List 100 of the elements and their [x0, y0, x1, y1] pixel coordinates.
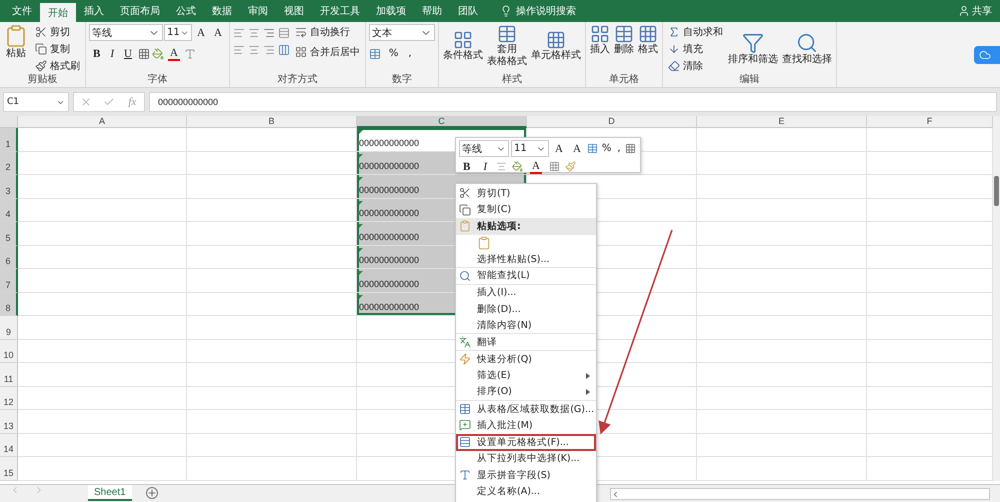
font-name-field[interactable]: 等线 — [89, 24, 163, 41]
row-header[interactable]: 5 — [0, 222, 18, 246]
wrap-text-button[interactable]: 自动换行 — [292, 24, 362, 39]
lightbulb-icon — [500, 5, 512, 17]
menu-item[interactable]: 排序(O) — [456, 384, 596, 401]
menu-item[interactable]: 从下拉列表中选择(K)... — [456, 450, 596, 468]
row-header[interactable]: 2 — [0, 152, 18, 175]
ribbon-tab[interactable]: 团队 — [450, 0, 486, 22]
menu-item[interactable]: 翻译 — [456, 334, 596, 351]
edit-button[interactable]: 填充 — [666, 41, 725, 56]
share-button[interactable]: 共享 — [958, 0, 992, 22]
ribbon-button[interactable]: 删除 — [612, 24, 635, 56]
edit-button[interactable]: 自动求和 — [666, 24, 725, 39]
font-color-button[interactable]: A — [528, 159, 544, 174]
column-header[interactable]: A — [18, 116, 187, 128]
menu-item[interactable]: 插入批注(M) — [456, 417, 596, 434]
tell-me-search[interactable]: 操作说明搜索 — [500, 0, 576, 22]
menu-item[interactable]: 选择性粘贴(S)... — [456, 251, 596, 268]
row-header[interactable]: 12 — [0, 386, 18, 410]
percent-button[interactable]: % — [386, 46, 400, 61]
column-header[interactable]: B — [187, 116, 357, 128]
menu-item[interactable]: 清除内容(N) — [456, 318, 596, 334]
ribbon-button[interactable]: 查找和选择 — [780, 32, 833, 66]
align-left-icon — [232, 44, 245, 56]
column-header[interactable]: F — [867, 116, 993, 128]
row-header[interactable]: 9 — [0, 316, 18, 340]
ribbon-tab[interactable]: 帮助 — [414, 0, 450, 22]
font-size-field[interactable]: 11 — [164, 24, 192, 41]
ribbon-tab[interactable]: 加载项 — [368, 0, 414, 22]
ribbon-tab[interactable]: 审阅 — [240, 0, 276, 22]
ribbon-button[interactable]: 插入 — [588, 24, 611, 56]
edit-button[interactable]: 清除 — [666, 58, 725, 73]
menu-item[interactable]: 定义名称(A)... — [456, 484, 596, 500]
ribbon-tab[interactable]: 开始 — [40, 3, 76, 22]
menu-item[interactable]: 快速分析(Q) — [456, 350, 596, 368]
add-sheet-icon[interactable] — [146, 487, 158, 499]
row-header[interactable]: 3 — [0, 175, 18, 198]
row-header[interactable]: 15 — [0, 457, 18, 480]
sheet-tab[interactable]: Sheet1 — [88, 485, 132, 501]
formula-field[interactable]: 000000000000 — [149, 92, 997, 112]
menu-item[interactable]: 从表格/区域获取数据(G)... — [456, 400, 596, 418]
percent-button[interactable]: % — [600, 141, 614, 156]
underline-button[interactable]: U — [120, 46, 136, 61]
clipboard-button[interactable]: 剪切 — [33, 24, 82, 39]
bold-button[interactable]: B — [89, 46, 104, 61]
row-header[interactable]: 10 — [0, 340, 18, 363]
row-header[interactable]: 6 — [0, 246, 18, 269]
column-header[interactable]: C — [357, 116, 527, 128]
menu-item[interactable]: 显示拼音字段(S) — [456, 467, 596, 484]
row-header[interactable]: 11 — [0, 363, 18, 386]
ribbon-tab[interactable]: 开发工具 — [312, 0, 368, 22]
name-box[interactable]: C1 — [3, 92, 69, 112]
menu-item[interactable]: 筛选(E) — [456, 368, 596, 384]
ribbon-tab[interactable]: 视图 — [276, 0, 312, 22]
horizontal-scrollbar[interactable] — [610, 488, 990, 500]
menu-item[interactable]: 设置单元格格式(F)... — [456, 434, 596, 450]
row-header[interactable]: 1 — [0, 128, 18, 152]
column-header[interactable]: E — [697, 116, 867, 128]
clipboard-button[interactable]: 复制 — [33, 41, 82, 56]
cloud-button[interactable] — [974, 46, 1000, 64]
clipboard-button[interactable]: 格式刷 — [33, 58, 82, 73]
group-label: 数字 — [390, 73, 413, 87]
column-header[interactable]: D — [527, 116, 697, 128]
ribbon-tab[interactable]: 文件 — [4, 0, 40, 22]
comma-button[interactable]: , — [406, 46, 414, 61]
ribbon-button[interactable]: 条件格式 — [442, 30, 484, 62]
brush-icon — [564, 161, 576, 172]
comma-button[interactable]: , — [615, 141, 623, 156]
ribbon-button[interactable]: 排序和筛选 — [726, 32, 779, 66]
shrink-font-button[interactable]: A — [210, 25, 226, 40]
font-size-field[interactable]: 11 — [511, 140, 549, 157]
list-icon — [459, 436, 471, 448]
ribbon-tab[interactable]: 数据 — [204, 0, 240, 22]
number-format-field[interactable]: 文本 — [368, 24, 435, 41]
ribbon-tab[interactable]: 公式 — [168, 0, 204, 22]
font-name-field[interactable]: 等线 — [459, 140, 509, 157]
bold-button[interactable]: B — [459, 159, 474, 174]
font-color-button[interactable]: A — [166, 46, 182, 61]
clipboard-icon — [477, 236, 491, 250]
row-header[interactable]: 13 — [0, 410, 18, 434]
ribbon-button[interactable]: 套用 表格格式 — [486, 24, 528, 68]
grow-font-button[interactable]: A — [551, 141, 567, 156]
merge-center-button[interactable]: 合并后居中 — [292, 44, 362, 59]
vertical-scrollbar[interactable] — [993, 116, 1000, 480]
menu-item[interactable]: 智能查找(L) — [456, 268, 596, 285]
brush-icon — [35, 60, 47, 72]
ribbon-tab[interactable]: 插入 — [76, 0, 112, 22]
ribbon-button[interactable]: 格式 — [636, 24, 659, 56]
row-header[interactable]: 7 — [0, 269, 18, 292]
row-header[interactable]: 14 — [0, 434, 18, 457]
ribbon-tab[interactable]: 页面布局 — [112, 0, 168, 22]
shrink-font-button[interactable]: A — [568, 141, 585, 156]
paste-button[interactable]: 粘贴 — [3, 24, 29, 60]
italic-button[interactable]: I — [106, 46, 118, 61]
phonetic-icon — [459, 469, 471, 482]
italic-button[interactable]: I — [479, 159, 492, 174]
grow-font-button[interactable]: A — [193, 25, 209, 40]
row-header[interactable]: 8 — [0, 292, 18, 316]
ribbon-button[interactable]: 单元格样式 — [530, 30, 582, 62]
row-header[interactable]: 4 — [0, 198, 18, 222]
